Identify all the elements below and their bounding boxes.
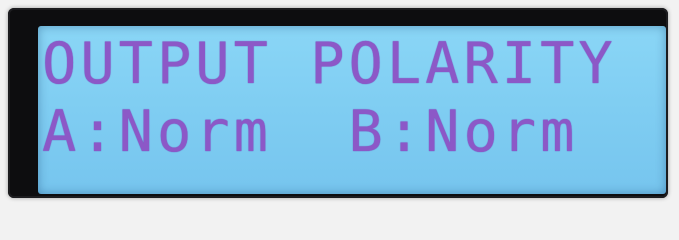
lcd-line-polarity-values: A:Norm B:Norm xyxy=(42,99,579,165)
lcd-bezel: OUTPUT POLARITY A:Norm B:Norm xyxy=(8,8,668,198)
lcd-screen: OUTPUT POLARITY A:Norm B:Norm xyxy=(38,26,666,194)
lcd-line-title: OUTPUT POLARITY xyxy=(42,31,617,97)
